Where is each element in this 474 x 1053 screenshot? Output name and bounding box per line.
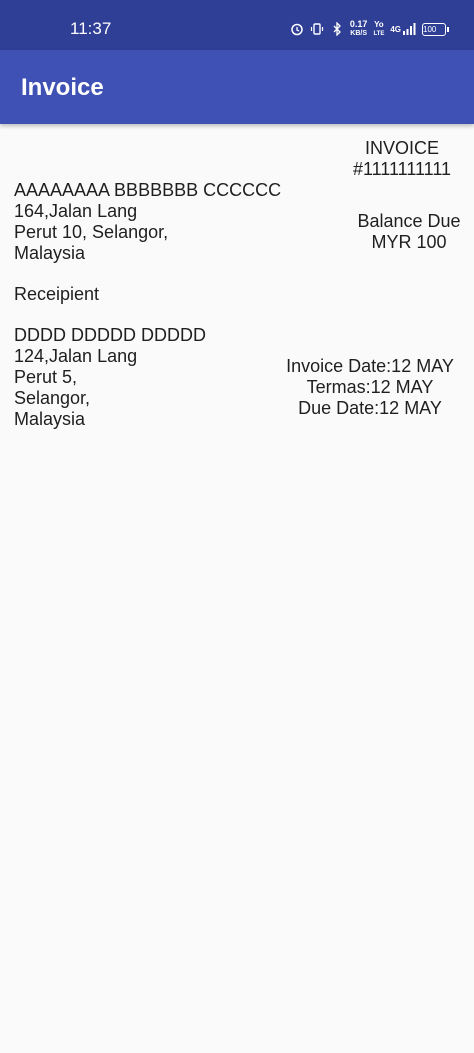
volte-top: Yo	[374, 19, 384, 29]
invoice-content: INVOICE #1111111111 AAAAAAAA BBBBBBB CCC…	[0, 124, 474, 1053]
volte-indicator: Yo LTE	[373, 19, 385, 38]
net-speed-unit: KB/S	[350, 30, 368, 37]
alarm-icon	[290, 22, 304, 36]
battery-icon: 100	[422, 22, 449, 36]
recipient-label: Receipient	[14, 284, 100, 304]
recipient-name: DDDD DDDDD DDDDD	[14, 325, 206, 345]
page-title: Invoice	[21, 74, 104, 101]
invoice-header: INVOICE #1111111111	[336, 138, 468, 180]
balance-due-amount: MYR 100	[371, 232, 447, 252]
signal-icon: 4G	[390, 22, 416, 36]
invoice-heading: INVOICE	[364, 138, 439, 158]
status-time: 11:37	[70, 19, 112, 38]
app-bar: Invoice	[0, 50, 474, 124]
recipient-address-line: Selangor,	[14, 388, 91, 408]
balance-due-block: Balance Due MYR 100	[350, 211, 468, 253]
recipient-block: DDDD DDDDD DDDDD 124,Jalan Lang Perut 5,…	[14, 325, 206, 430]
network-speed: 0.17 KB/S	[350, 20, 368, 38]
bluetooth-icon	[330, 22, 344, 36]
battery-level: 100	[423, 24, 437, 34]
invoice-date: Invoice Date:12 MAY	[286, 356, 454, 376]
balance-due-label: Balance Due	[357, 211, 461, 231]
network-type: 4G	[390, 24, 401, 34]
sender-name: AAAAAAAA BBBBBBB CCCCCC	[14, 180, 282, 200]
sender-block: AAAAAAAA BBBBBBB CCCCCC 164,Jalan Lang P…	[14, 180, 281, 264]
sender-address-line: 164,Jalan Lang	[14, 201, 138, 221]
recipient-address-line: Perut 5,	[14, 367, 78, 387]
sender-address-line: Malaysia	[14, 243, 86, 263]
volte-bottom: LTE	[373, 30, 385, 37]
recipient-address-line: Malaysia	[14, 409, 86, 429]
invoice-number: #1111111111	[352, 159, 452, 179]
sender-address-line: Perut 10, Selangor,	[14, 222, 169, 242]
vibrate-icon	[310, 22, 324, 36]
status-bar: 11:37 0.17 KB/S Yo LTE 4G 100	[0, 0, 474, 50]
dates-block: Invoice Date:12 MAY Termas:12 MAY Due Da…	[272, 356, 468, 419]
status-icons: 0.17 KB/S Yo LTE 4G 100	[290, 18, 449, 40]
terms: Termas:12 MAY	[306, 377, 434, 397]
net-speed-value: 0.17	[349, 19, 368, 29]
recipient-address-line: 124,Jalan Lang	[14, 346, 138, 366]
due-date: Due Date:12 MAY	[298, 398, 442, 418]
